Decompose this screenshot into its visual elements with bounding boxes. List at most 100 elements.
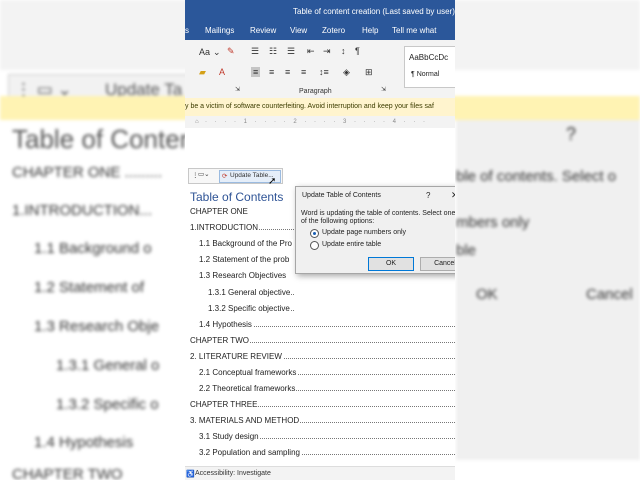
toc-entry[interactable]: 1.3 Research Objectives: [199, 271, 294, 280]
toc-entry-label: 3. MATERIALS AND METHOD: [190, 416, 301, 425]
chevron-down-icon[interactable]: ⌄: [213, 47, 221, 58]
cancel-button[interactable]: Cancel: [420, 257, 455, 271]
toc-entry[interactable]: 1.4 Hypothesis: [199, 320, 455, 329]
align-right-icon[interactable]: ≡: [285, 67, 290, 77]
toc-entry[interactable]: 2. LITERATURE REVIEW: [190, 352, 455, 361]
background-doc-line: 1.3.1 General o: [56, 357, 160, 374]
radio-unselected[interactable]: [310, 241, 319, 250]
tab-references[interactable]: s: [185, 26, 189, 35]
toc-entry-label: 1.3 Research Objectives: [199, 271, 288, 280]
radio-selected[interactable]: [310, 229, 319, 238]
background-doc-line: 1.4 Hypothesis: [34, 434, 134, 451]
tab-review[interactable]: Review: [250, 26, 276, 35]
counterfeit-warning-bar: y be a victim of software counterfeiting…: [185, 98, 455, 117]
ribbon: Aa ⌄ ✎ ▰ A ☰ ☷ ☰ ⇤ ⇥ ↕ ¶ ≡ ≡ ≡ ≡ ↕≡ ◈ ⊞ …: [185, 40, 455, 99]
tab-tell-me[interactable]: Tell me what: [392, 26, 436, 35]
style-normal[interactable]: ¶ Normal: [411, 71, 439, 78]
toc-entry-label: 1.2 Statement of the prob: [199, 255, 291, 264]
ruler-marker-icon[interactable]: ⌂: [195, 119, 199, 125]
toc-entry-label: CHAPTER THREE: [190, 400, 259, 409]
toc-entry[interactable]: 3.1 Study design: [199, 432, 455, 441]
toc-entry-label: CHAPTER TWO: [190, 336, 250, 345]
justify-icon[interactable]: ≡: [301, 67, 306, 77]
ruler-ticks: · · · · 1 · · · · 2 · · · · 3 · · · · 4 …: [205, 119, 428, 125]
background-doc-line: 1.3 Research Obje: [34, 318, 160, 335]
background-doc-line: 1.2 Statement of: [34, 279, 145, 296]
tab-view[interactable]: View: [290, 26, 307, 35]
background-dialog-fragment: OK: [476, 286, 498, 303]
option-page-numbers-label: Update page numbers only: [322, 229, 407, 236]
dialog-title: Update Table of Contents: [302, 192, 381, 199]
tab-zotero[interactable]: Zotero: [322, 26, 345, 35]
bullets-icon[interactable]: ☰: [251, 46, 259, 57]
clear-format-icon[interactable]: ✎: [227, 46, 235, 57]
align-left-icon[interactable]: ≡: [251, 67, 261, 77]
toc-entry-label: 1.4 Hypothesis: [199, 320, 253, 329]
line-spacing-icon[interactable]: ↕≡: [319, 67, 329, 77]
toc-entry[interactable]: 3.2 Population and sampling: [199, 448, 455, 457]
toc-menu-icon[interactable]: ▭⌄: [198, 170, 210, 178]
word-window: Table of content creation (Last saved by…: [185, 0, 455, 480]
decrease-indent-icon[interactable]: ⇤: [307, 46, 315, 57]
toc-title: Table of Contents: [190, 190, 284, 204]
shading-icon[interactable]: ◈: [343, 67, 350, 78]
window-title: Table of content creation (Last saved by…: [293, 7, 455, 16]
numbering-icon[interactable]: ☷: [269, 46, 277, 57]
background-dialog-fragment: ?: [566, 124, 577, 144]
background-dialog-fragment: mbers only: [456, 214, 530, 231]
toc-entry[interactable]: 1.3.1 General objective: [208, 288, 294, 297]
styles-gallery[interactable]: AaBbCcDc ¶ Normal: [404, 46, 455, 88]
toc-entry-label: 3.1 Study design: [199, 432, 260, 441]
dialog-message: Word is updating the table of contents. …: [301, 210, 455, 225]
background-dialog-fragment: Cancel: [586, 286, 633, 303]
ok-button[interactable]: OK: [368, 257, 414, 271]
toc-entry[interactable]: 3. MATERIALS AND METHOD: [190, 416, 455, 425]
help-icon[interactable]: ?: [426, 191, 430, 200]
status-bar: ♿ Accessibility: Investigate: [185, 466, 455, 480]
toc-entry-label: 1.1 Background of the Pro: [199, 239, 293, 248]
font-dialog-launcher-icon[interactable]: ⇲: [235, 86, 240, 93]
align-center-icon[interactable]: ≡: [269, 67, 274, 77]
sort-icon[interactable]: ↕: [341, 46, 346, 56]
option-entire-table-label: Update entire table: [322, 241, 382, 248]
background-dialog-fragment: ble of contents. Select o: [456, 168, 617, 185]
increase-indent-icon[interactable]: ⇥: [323, 46, 331, 57]
toc-entry[interactable]: 2.2 Theoretical frameworks: [199, 384, 455, 393]
update-toc-dialog: Update Table of Contents ? ✕ Word is upd…: [295, 186, 455, 274]
toc-entry-label: 2.1 Conceptual frameworks: [199, 368, 298, 377]
font-color-icon[interactable]: A: [219, 67, 225, 77]
close-icon[interactable]: ✕: [451, 190, 455, 201]
background-doc-line: 1.INTRODUCTION...: [12, 202, 153, 219]
tab-help[interactable]: Help: [362, 26, 378, 35]
accessibility-status[interactable]: Accessibility: Investigate: [195, 470, 271, 477]
ribbon-tabs: s Mailings Review View Zotero Help Tell …: [185, 22, 455, 40]
background-doc-line: CHAPTER ONE .........: [12, 164, 163, 181]
background-doc-line: 1.1 Background o: [34, 240, 152, 257]
font-size-label[interactable]: Aa: [199, 47, 210, 57]
background-dialog: ? ble of contents. Select o mbers only b…: [456, 120, 640, 460]
update-table-icon: ⟳: [222, 173, 228, 180]
toc-entry[interactable]: CHAPTER THREE: [190, 400, 455, 409]
toc-entry[interactable]: 1.3.2 Specific objective: [208, 304, 294, 313]
toc-entry-label: 3.2 Population and sampling: [199, 448, 301, 457]
toc-entry-label: 2.2 Theoretical frameworks: [199, 384, 297, 393]
toc-entry-label: 1.INTRODUCTION: [190, 223, 259, 232]
background-doc-title: Table of Conten: [12, 124, 195, 154]
borders-icon[interactable]: ⊞: [365, 67, 373, 78]
toc-entry[interactable]: CHAPTER ONE: [190, 207, 294, 216]
toc-entry[interactable]: 1.2 Statement of the prob: [199, 255, 294, 264]
background-doc-line: 1.3.2 Specific o: [56, 396, 159, 413]
toc-entry[interactable]: 2.1 Conceptual frameworks: [199, 368, 455, 377]
paragraph-group-label: Paragraph: [299, 88, 332, 95]
multilevel-list-icon[interactable]: ☰: [287, 46, 295, 57]
background-doc-line: CHAPTER TWO: [12, 466, 123, 480]
title-bar: Table of content creation (Last saved by…: [185, 0, 455, 22]
pilcrow-icon[interactable]: ¶: [355, 46, 360, 56]
toc-entry[interactable]: CHAPTER TWO: [190, 336, 455, 345]
tab-mailings[interactable]: Mailings: [205, 26, 234, 35]
toc-entry[interactable]: 1.INTRODUCTION: [190, 223, 294, 232]
styles-sample: AaBbCcDc: [409, 53, 449, 62]
toc-entry[interactable]: 1.1 Background of the Pro: [199, 239, 294, 248]
highlight-icon[interactable]: ▰: [199, 67, 206, 78]
paragraph-dialog-launcher-icon[interactable]: ⇲: [381, 86, 386, 93]
